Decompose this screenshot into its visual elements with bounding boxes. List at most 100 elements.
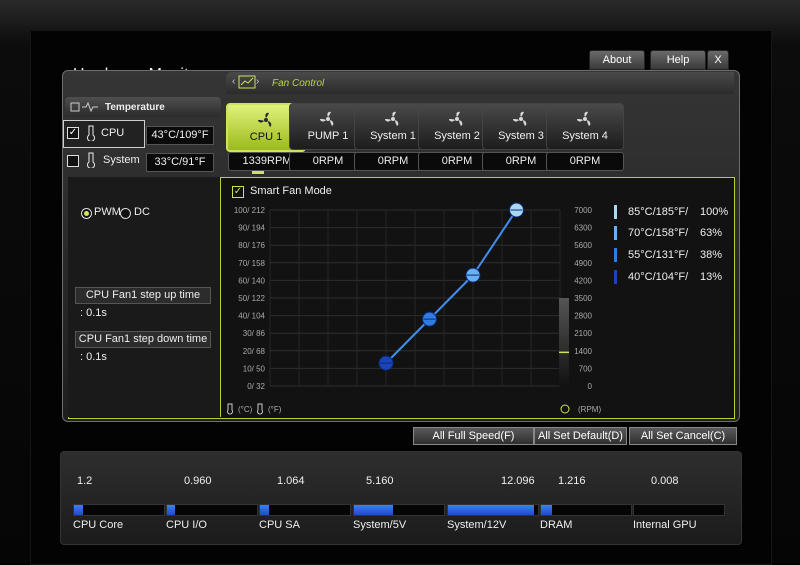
pwm-label: PWM [94, 206, 121, 218]
dc-label: DC [134, 206, 150, 218]
voltage-label: System/12V [447, 519, 507, 531]
legend-swatch [614, 248, 617, 262]
legend-percent: 100% [700, 206, 729, 218]
y-left-tick: 40/ 104 [238, 312, 265, 321]
y-right-tick: 6300 [574, 224, 592, 233]
y-left-tick: 60/ 140 [238, 276, 265, 285]
fan-tab-5[interactable]: System 4 [546, 103, 624, 150]
y-left-tick: 30/ 86 [243, 329, 266, 338]
voltage-label: DRAM [540, 519, 573, 531]
y-left-tick: 80/ 176 [238, 241, 265, 250]
y-left-tick: 20/ 68 [243, 347, 266, 356]
legend-temp: 85°C/185°F/ [628, 206, 689, 218]
step-up-value[interactable]: : 0.1s [80, 307, 107, 319]
axis-unit-rpm: (RPM) [578, 405, 601, 414]
voltage-label: Internal GPU [633, 519, 697, 531]
voltage-bar-fill [260, 505, 269, 515]
legend-swatch [614, 226, 617, 240]
legend-temp: 55°C/131°F/ [628, 249, 689, 261]
legend-swatch [614, 270, 617, 284]
fan-icon [449, 111, 463, 126]
y-left-tick: 90/ 194 [238, 224, 265, 233]
sensor-cpu-checkbox[interactable]: ✓ [67, 127, 79, 139]
sensor-system-name: System [103, 154, 140, 166]
step-down-label: CPU Fan1 step down time [75, 331, 211, 348]
fan-rpm-5: 0RPM [546, 152, 624, 171]
voltage-bar-fill [354, 505, 393, 515]
legend-percent: 63% [700, 227, 723, 239]
y-left-tick: 70/ 158 [238, 259, 265, 268]
voltage-value: 1.2 [77, 475, 93, 487]
voltage-bar-fill [74, 505, 83, 515]
voltage-bar [540, 504, 632, 516]
voltage-bar [353, 504, 445, 516]
all-full-speed-button[interactable]: All Full Speed(F) [413, 427, 534, 445]
all-set-cancel-button[interactable]: All Set Cancel(C) [629, 427, 737, 445]
axis-unit-temp-f: (°F) [268, 405, 282, 414]
y-left-tick: 10/ 50 [243, 364, 266, 373]
pwm-radio[interactable] [81, 208, 92, 219]
y-right-tick: 2100 [574, 329, 592, 338]
y-right-tick: 0 [588, 382, 593, 391]
voltage-label: CPU I/O [166, 519, 207, 531]
legend-temp: 70°C/158°F/ [628, 227, 689, 239]
fan-icon [577, 111, 591, 126]
curve-segment [385, 318, 431, 364]
temperature-title: Temperature [105, 102, 165, 113]
fan-icon [513, 111, 527, 126]
y-right-tick: 4200 [574, 276, 592, 285]
voltage-bar [633, 504, 725, 516]
fan-icon [560, 404, 570, 414]
fan-tab-label: System 4 [562, 130, 608, 142]
temperature-icon [70, 101, 98, 113]
voltage-label: CPU SA [259, 519, 300, 531]
voltage-value: 0.008 [651, 475, 679, 487]
voltage-value: 12.096 [501, 475, 535, 487]
y-left-tick: 100/ 212 [234, 206, 266, 215]
voltage-bar [166, 504, 258, 516]
y-right-tick: 3500 [574, 294, 592, 303]
close-button[interactable]: X [707, 50, 729, 70]
voltage-bar-fill [448, 505, 535, 515]
sensor-system-value: 33°C/91°F [146, 153, 214, 172]
y-left-tick: 50/ 122 [238, 294, 265, 303]
fan-icon [320, 111, 334, 126]
all-set-default-button[interactable]: All Set Default(D) [534, 427, 627, 445]
fan-control-label: Fan Control [272, 78, 325, 89]
step-down-value[interactable]: : 0.1s [80, 351, 107, 363]
y-right-tick: 7000 [574, 206, 592, 215]
thermometer-icon [87, 125, 95, 141]
y-right-tick: 4900 [574, 259, 592, 268]
y-left-tick: 0/ 32 [247, 382, 265, 391]
legend-swatch [614, 205, 617, 219]
smart-fan-label: Smart Fan Mode [250, 185, 332, 197]
y-right-tick: 1400 [574, 347, 592, 356]
about-button[interactable]: About [589, 50, 645, 70]
voltage-value: 5.160 [366, 475, 394, 487]
fan-curve-chart[interactable]: 100/ 212 700090/ 194 630080/ 176 560070/ 15… [222, 198, 612, 418]
step-up-label: CPU Fan1 step up time [75, 287, 211, 304]
voltage-value: 0.960 [184, 475, 212, 487]
fan-icon [385, 111, 399, 126]
smart-fan-checkbox[interactable]: ✓ [232, 186, 244, 198]
forward-chevron-icon[interactable]: › [256, 76, 259, 87]
voltage-value: 1.216 [558, 475, 586, 487]
active-fan-indicator [252, 171, 264, 174]
voltage-bar [259, 504, 351, 516]
y-right-tick: 700 [579, 364, 593, 373]
y-right-tick: 2800 [574, 312, 592, 321]
thermometer-icon [227, 403, 233, 415]
curve-segment [428, 274, 474, 320]
fan-icon [258, 112, 272, 127]
axis-unit-temp: (°C) [238, 405, 253, 414]
help-button[interactable]: Help [650, 50, 706, 70]
legend-percent: 38% [700, 249, 723, 261]
sensor-system-checkbox[interactable] [67, 155, 79, 167]
voltage-bar [73, 504, 165, 516]
legend-temp: 40°C/104°F/ [628, 271, 689, 283]
voltage-label: CPU Core [73, 519, 124, 531]
thermometer-icon [87, 152, 95, 168]
back-chevron-icon[interactable]: ‹ [232, 76, 235, 87]
dc-radio[interactable] [120, 208, 131, 219]
rpm-gauge [559, 298, 569, 386]
